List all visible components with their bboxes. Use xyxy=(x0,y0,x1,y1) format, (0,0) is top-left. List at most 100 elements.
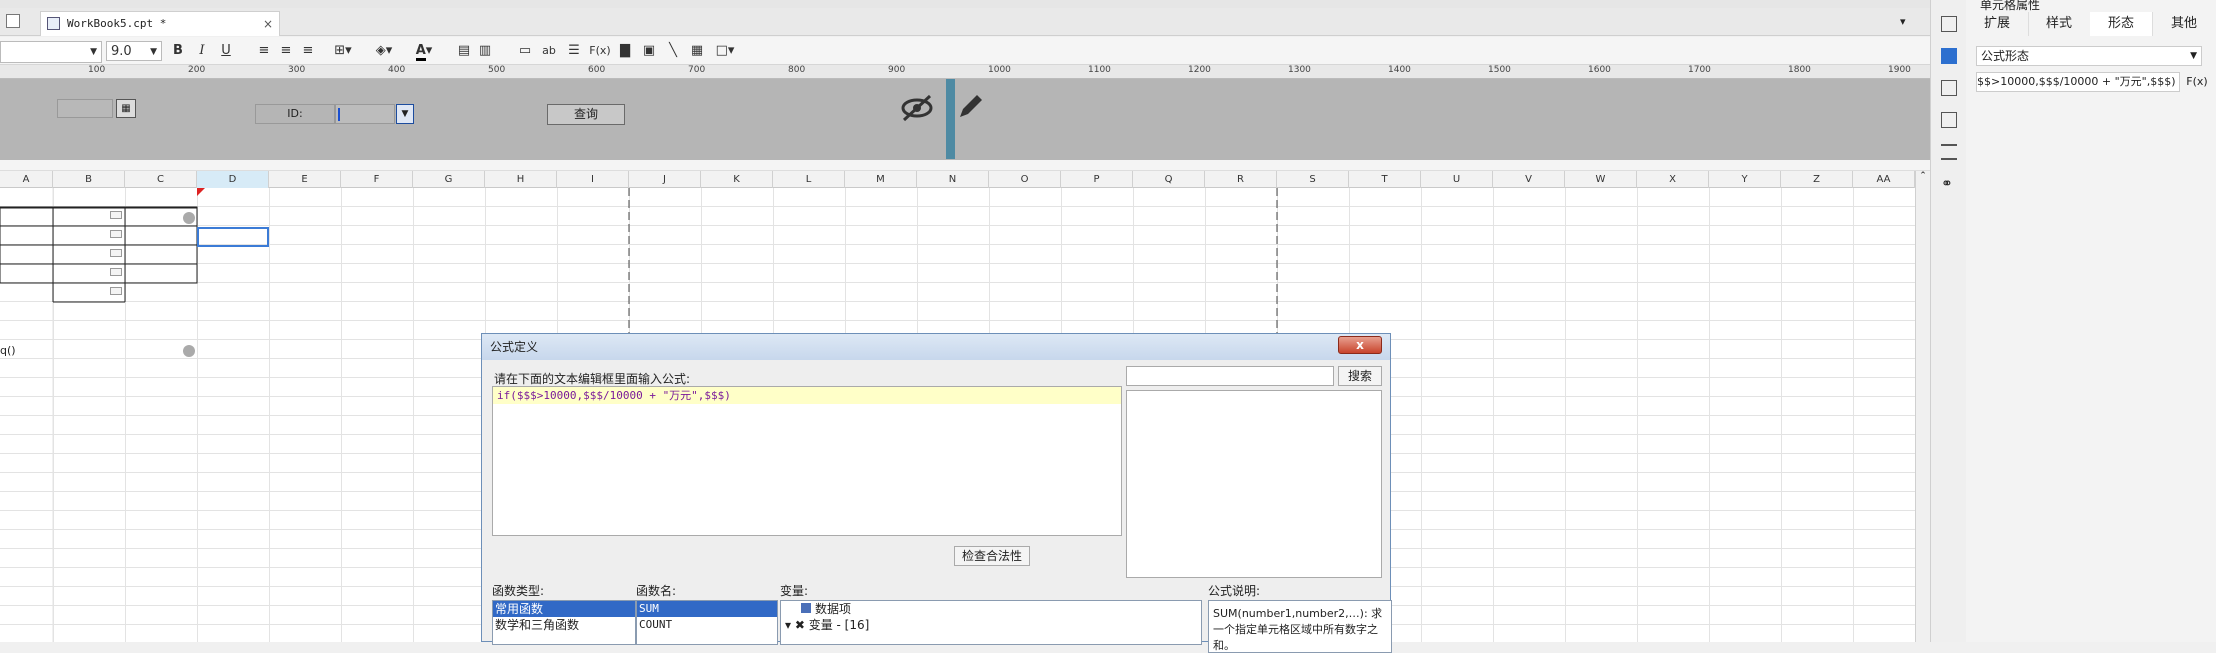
column-header-cell[interactable]: Q xyxy=(1133,171,1205,188)
slash-icon[interactable]: ╲ xyxy=(664,41,682,61)
column-header-cell[interactable]: D xyxy=(197,171,269,188)
dialog-titlebar[interactable]: 公式定义 x xyxy=(482,334,1390,360)
border-icon[interactable]: ⊞▾ xyxy=(330,41,356,61)
column-header-cell[interactable]: J xyxy=(629,171,701,188)
search-button[interactable]: 搜索 xyxy=(1338,366,1382,386)
tab-expand[interactable]: 扩展 xyxy=(1966,12,2029,36)
column-header-cell[interactable]: P xyxy=(1061,171,1133,188)
param-splitter[interactable] xyxy=(946,79,955,159)
column-header-cell[interactable]: V xyxy=(1493,171,1565,188)
image-icon[interactable]: ▣ xyxy=(640,41,658,61)
text-ab-button[interactable]: ab xyxy=(540,41,558,61)
list-item[interactable]: COUNT xyxy=(637,617,777,633)
column-header-cell[interactable]: E xyxy=(269,171,341,188)
id-dropdown-icon[interactable]: ▼ xyxy=(396,104,414,124)
column-header-cell[interactable]: T xyxy=(1349,171,1421,188)
tree-item[interactable]: 数据项 xyxy=(781,601,1201,617)
chart-icon[interactable]: ▇ xyxy=(616,41,634,61)
template-icon[interactable] xyxy=(6,14,20,28)
check-validity-button[interactable]: 检查合法性 xyxy=(954,546,1030,566)
list-item[interactable]: SUM xyxy=(637,601,777,617)
align-right-icon[interactable]: ≡ xyxy=(300,41,316,61)
ruler-mark: 1900 xyxy=(1888,65,1911,75)
vertical-scrollbar[interactable]: ⌃ xyxy=(1915,171,1930,642)
column-header-cell[interactable]: AA xyxy=(1853,171,1915,188)
bold-button[interactable]: B xyxy=(170,41,186,61)
column-header-cell[interactable]: H xyxy=(485,171,557,188)
unmerge-icon[interactable]: ▥ xyxy=(476,41,494,61)
id-input[interactable] xyxy=(335,104,395,124)
query-button[interactable]: 查询 xyxy=(547,104,625,125)
column-header-cell[interactable]: B xyxy=(53,171,125,188)
right-toolstrip: ⚭ xyxy=(1930,0,1966,642)
hide-eye-icon[interactable] xyxy=(900,93,934,123)
column-header-cell[interactable]: Z xyxy=(1781,171,1853,188)
column-header-cell[interactable]: M xyxy=(845,171,917,188)
formula-field[interactable]: $$>10000,$$$/10000 + "万元",$$$) xyxy=(1976,72,2180,92)
edit-pencil-icon[interactable] xyxy=(956,91,986,121)
condition-icon[interactable] xyxy=(1941,112,1957,128)
cell-attribute-icon[interactable] xyxy=(1941,48,1957,64)
column-header-cell[interactable]: W xyxy=(1565,171,1637,188)
function-search-input[interactable] xyxy=(1126,366,1334,386)
align-center-icon[interactable]: ≡ xyxy=(278,41,294,61)
column-header-cell[interactable]: A xyxy=(0,171,53,188)
function-type-list[interactable]: 常用函数 数学和三角函数 xyxy=(492,600,636,645)
widget-icon[interactable] xyxy=(1941,80,1957,96)
dialog-prompt: 请在下面的文本编辑框里面输入公式: xyxy=(494,372,691,386)
tab-other[interactable]: 其他 xyxy=(2152,12,2216,36)
list-icon[interactable] xyxy=(1941,144,1957,160)
align-left-icon[interactable]: ≡ xyxy=(256,41,272,61)
cell-element-icon[interactable] xyxy=(1941,16,1957,32)
variables-tree[interactable]: 数据项 ▾ ✖ 变量 - [16] xyxy=(780,600,1202,645)
merge-icon[interactable]: ▤ xyxy=(455,41,473,61)
font-name-select[interactable]: ▼ xyxy=(0,41,102,63)
paragraph-icon[interactable]: ☰ xyxy=(565,41,583,61)
column-header-cell[interactable]: C xyxy=(125,171,197,188)
column-header-cell[interactable]: K xyxy=(701,171,773,188)
tab-style[interactable]: 样式 xyxy=(2028,12,2091,36)
column-header-cell[interactable]: Y xyxy=(1709,171,1781,188)
calendar-icon[interactable]: ▦ xyxy=(116,99,136,118)
ruler-mark: 400 xyxy=(388,65,406,75)
column-header-cell[interactable]: I xyxy=(557,171,629,188)
column-header-cell[interactable]: F xyxy=(341,171,413,188)
subreport-icon[interactable]: ▦ xyxy=(688,41,706,61)
list-item[interactable]: 常用函数 xyxy=(493,601,635,617)
tab-form[interactable]: 形态 xyxy=(2090,12,2153,36)
tab-workbook5[interactable]: WorkBook5.cpt * × xyxy=(40,11,280,36)
cell-text[interactable]: q() xyxy=(0,344,16,357)
formula-button[interactable]: F(x) xyxy=(588,41,612,61)
list-item[interactable]: 数学和三角函数 xyxy=(493,617,635,633)
column-header-cell[interactable]: N xyxy=(917,171,989,188)
font-size-select[interactable]: 9.0 ▼ xyxy=(106,41,162,61)
form-select[interactable]: 公式形态 ▼ xyxy=(1976,46,2202,66)
frame-icon[interactable]: □▾ xyxy=(712,41,738,61)
column-header-cell[interactable]: L xyxy=(773,171,845,188)
column-header-cell[interactable]: R xyxy=(1205,171,1277,188)
column-header-cell[interactable]: O xyxy=(989,171,1061,188)
italic-button[interactable]: I xyxy=(194,41,210,61)
function-name-list[interactable]: SUM COUNT xyxy=(636,600,778,645)
tab-close-icon[interactable]: × xyxy=(263,12,273,36)
variables-label: 变量: xyxy=(780,584,809,598)
underline-button[interactable]: U xyxy=(218,41,234,61)
search-results-list[interactable] xyxy=(1126,390,1382,578)
column-header-cell[interactable]: U xyxy=(1421,171,1493,188)
tab-list-icon[interactable]: ▾ xyxy=(1900,15,1914,29)
fill-color-icon[interactable]: ◈▾ xyxy=(370,41,398,61)
tree-item[interactable]: ▾ ✖ 变量 - [16] xyxy=(781,617,1201,633)
column-header-cell[interactable]: X xyxy=(1637,171,1709,188)
ruler-mark: 200 xyxy=(188,65,206,75)
formula-editor[interactable]: if($$$>10000,$$$/10000 + "万元",$$$) xyxy=(492,386,1122,536)
link-icon[interactable]: ⚭ xyxy=(1941,176,1957,192)
selected-cell[interactable] xyxy=(197,227,269,247)
wrap-icon[interactable]: ▭ xyxy=(516,41,534,61)
formula-dialog: 公式定义 x 请在下面的文本编辑框里面输入公式: if($$$>10000,$$… xyxy=(481,333,1392,653)
formula-edit-button[interactable]: F(x) xyxy=(2184,72,2210,92)
column-header-cell[interactable]: G xyxy=(413,171,485,188)
dialog-close-button[interactable]: x xyxy=(1338,336,1382,354)
param-date-input[interactable] xyxy=(57,99,113,118)
column-header-cell[interactable]: S xyxy=(1277,171,1349,188)
font-color-button[interactable]: A▾ xyxy=(410,41,438,61)
